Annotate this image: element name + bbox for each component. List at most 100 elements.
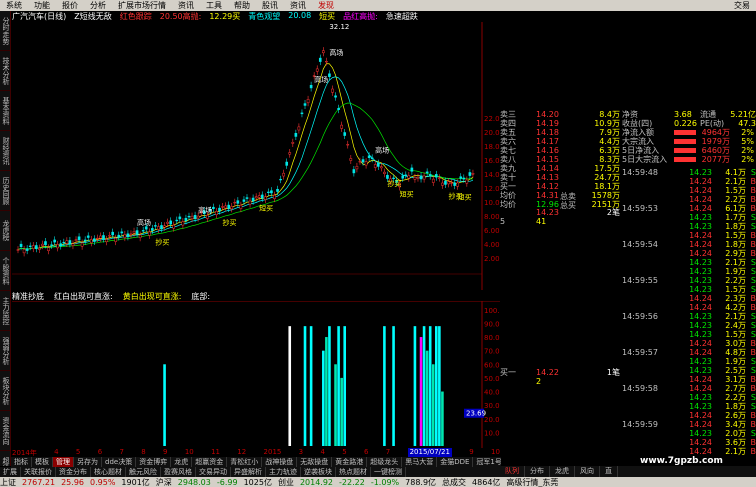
stat-row: 收益(四) 0.226 PE(动) 47.3 [622, 119, 756, 128]
menu-item-8[interactable]: 股讯 [256, 0, 284, 11]
tick-row: 14.23 1.5万 S [622, 285, 756, 294]
left-tab-5[interactable]: 龙虎榜 [0, 211, 10, 251]
left-tab-6[interactable]: 个股资料 [0, 251, 10, 291]
index-name[interactable]: 沪深 [156, 477, 172, 487]
index-name[interactable]: 创业 [278, 477, 294, 487]
right-tab-3[interactable]: 风向 [575, 466, 600, 477]
indicator-tab-13[interactable]: 黑马大营 [402, 457, 438, 467]
menu-item-11[interactable]: 交易 [728, 0, 756, 11]
candle-body [288, 152, 292, 155]
right-tab-2[interactable]: 龙虎 [550, 466, 575, 477]
extension-tab-7[interactable]: 异盛解析 [231, 467, 266, 477]
stat-row: 净资 3.68 流通 5.21亿 [622, 110, 756, 119]
index-name[interactable]: 上证 [0, 477, 16, 487]
left-tab-4[interactable]: 历史回顾 [0, 171, 10, 211]
left-tab-2[interactable]: 基本资料 [0, 91, 10, 131]
candle-body [227, 204, 230, 209]
tick-volume: 1.7万 [725, 213, 746, 222]
left-tab-3[interactable]: 财经资讯 [0, 131, 10, 171]
indicator-tab-5[interactable]: 资金博弈 [136, 457, 172, 467]
indicator-tab-7[interactable]: 超赢资金 [192, 457, 228, 467]
extension-tab-5[interactable]: 盈赛风格 [161, 467, 196, 477]
left-tab-9[interactable]: 板块分析 [0, 371, 10, 411]
watermark: www.7gpzb.com [640, 456, 723, 466]
indicator-tab-14[interactable]: 金猫DDE [437, 457, 474, 467]
extension-tab-0[interactable]: 扩展 [0, 467, 21, 477]
time-tick-14: 6 [364, 448, 369, 456]
indicator-tab-11[interactable]: 黄金路港 [332, 457, 368, 467]
extension-tab-10[interactable]: 热点题材 [336, 467, 371, 477]
indicator-tab-9[interactable]: 战神操盘 [262, 457, 298, 467]
candle-body [334, 95, 337, 98]
tick-row: 14.24 2.1万 B [622, 447, 756, 456]
menu-item-0[interactable]: 系统 [0, 0, 28, 11]
menu-item-5[interactable]: 资讯 [172, 0, 200, 11]
order-row: 卖八 14.15 8.3万 [500, 155, 622, 164]
menu-item-1[interactable]: 功能 [28, 0, 56, 11]
extension-tab-9[interactable]: 逆袭板块 [301, 467, 336, 477]
indicator-chart[interactable]: 100.0 90.00 80.00 70.00 60.00 50.00 40.00 30.00… [12, 301, 500, 448]
extension-tab-11[interactable]: 一键榜测 [371, 467, 406, 477]
indicator-tab-4[interactable]: dde决策 [102, 457, 137, 467]
candlestick-chart[interactable]: 22.00 20.00 18.00 16.00 14.00 12.00 10.00 8.00 6… [12, 22, 500, 290]
menu-item-4[interactable]: 扩展市场行情 [112, 0, 172, 11]
right-tab-0[interactable]: 队列 [500, 466, 525, 477]
left-tab-11[interactable]: 超级盘口 [0, 451, 10, 467]
order-volume: 8.3万 [599, 155, 620, 164]
tick-volume: 2.4万 [725, 321, 746, 330]
indicator-tab-12[interactable]: 超级龙头 [367, 457, 403, 467]
candle-body [328, 73, 331, 77]
menu-item-6[interactable]: 工具 [200, 0, 228, 11]
tick-row: 14.23 1.7万 S [622, 213, 756, 222]
indicator-tab-2[interactable]: 管理 [53, 457, 74, 467]
extension-tab-8[interactable]: 主力轨迹 [266, 467, 301, 477]
left-tab-8[interactable]: 强弱分析 [0, 331, 10, 371]
extension-tab-3[interactable]: 核心题材 [91, 467, 126, 477]
right-tab-4[interactable]: 直 [600, 466, 618, 477]
candle-body [416, 176, 420, 179]
extension-tab-4[interactable]: 触元风险 [126, 467, 161, 477]
stat-value: 0.226 [674, 119, 697, 128]
time-tick-5: 8 [141, 448, 146, 456]
tick-list[interactable]: 14:59:48 14.23 4.1万 S 14.24 2.1万 B 14.24 1.5万 B 14… [622, 168, 756, 465]
menu-item-9[interactable]: 资讯 [284, 0, 312, 11]
menu-item-10[interactable]: 发现 [312, 0, 340, 11]
extension-tab-1[interactable]: 关联报价 [21, 467, 56, 477]
time-tick-7: 10 [184, 448, 194, 456]
ob-sum-spacer [500, 208, 536, 217]
candle-body [65, 240, 69, 244]
indicator-tab-8[interactable]: 青松红小 [227, 457, 263, 467]
candle-body [89, 239, 93, 244]
right-tab-1[interactable]: 分布 [525, 466, 550, 477]
menu-item-3[interactable]: 分析 [84, 0, 112, 11]
tick-time: 14:59:53 [622, 204, 658, 213]
extension-tab-6[interactable]: 交易异动 [196, 467, 231, 477]
tick-time: 14:59:48 [622, 168, 658, 177]
stat-label: 大宗流入 [622, 137, 654, 146]
left-tab-10[interactable]: 资金流向 [0, 411, 10, 451]
index-status-bar: 上证 2767.21 25.96 0.95% 1901亿 沪深 2948.03 -6.99 10… [0, 477, 756, 487]
menu-item-2[interactable]: 报价 [56, 0, 84, 11]
indicator-tab-6[interactable]: 龙虎 [171, 457, 193, 467]
indicator-tab-0[interactable]: 指标 [11, 457, 32, 467]
tick-volume: 2.3万 [725, 294, 746, 303]
candle-body [462, 177, 466, 180]
indicator-tab-1[interactable]: 模板 [32, 457, 53, 467]
indicator-bottom-label: 底部: [191, 292, 211, 301]
candle-body [251, 197, 255, 202]
indicator-tab-15[interactable]: 冠军1号 [473, 457, 501, 467]
time-tick-16: 2015/07/21 [407, 448, 452, 457]
left-tab-7[interactable]: 主力监控 [0, 291, 10, 331]
extension-tab-2[interactable]: 资金分布 [56, 467, 91, 477]
menu-item-7[interactable]: 帮助 [228, 0, 256, 11]
indicator-tab-10[interactable]: 无敌操盘 [297, 457, 333, 467]
tick-direction: B [750, 294, 756, 303]
tick-volume: 1.8万 [725, 222, 746, 231]
left-tab-1[interactable]: 技术分析 [0, 51, 10, 91]
candle-body [364, 161, 368, 166]
candle-body [120, 231, 124, 234]
left-tab-0[interactable]: 分时走势 [0, 11, 10, 51]
candle-body [86, 235, 90, 238]
tick-direction: S [750, 402, 756, 411]
indicator-tab-3[interactable]: 另存为 [74, 457, 102, 467]
